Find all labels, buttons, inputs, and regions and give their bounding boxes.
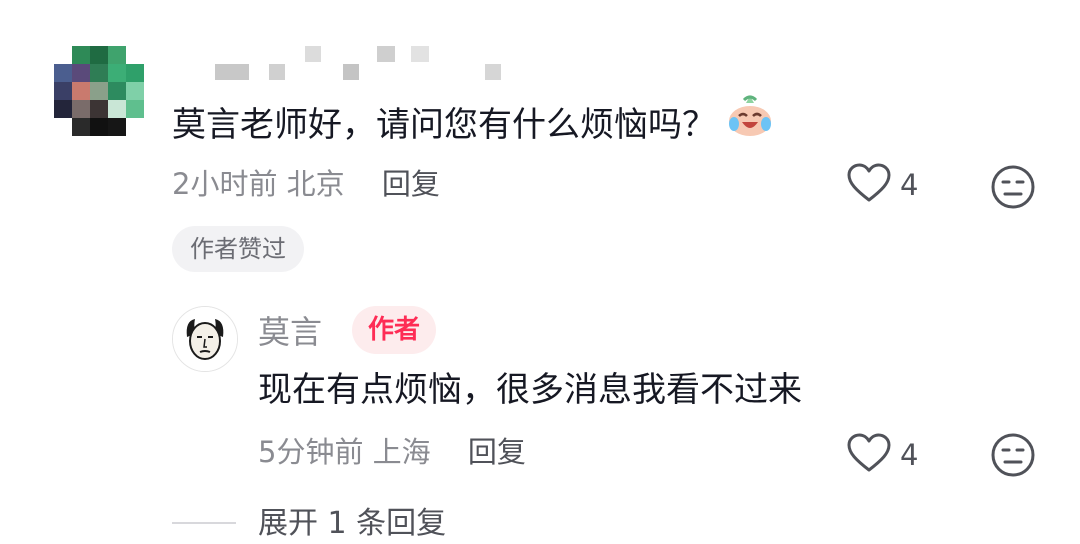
comment-time: 2小时前 bbox=[172, 167, 278, 201]
comment-meta: 2小时前 北京 回复 bbox=[172, 164, 440, 204]
comment-location: 北京 bbox=[286, 167, 345, 201]
commenter-username-pixelated[interactable] bbox=[215, 46, 515, 82]
heart-icon bbox=[846, 432, 892, 478]
author-badge: 作者 bbox=[352, 306, 437, 354]
reply-like-button[interactable]: 4 bbox=[846, 432, 918, 478]
comment-text-body: 莫言老师好，请问您有什么烦恼吗？ bbox=[172, 105, 716, 145]
reply-like-count: 4 bbox=[900, 438, 919, 472]
comment-like-button[interactable]: 4 bbox=[846, 162, 918, 208]
reply-text: 现在有点烦恼，很多消息我看不过来 bbox=[258, 370, 802, 410]
reply-location: 上海 bbox=[372, 435, 431, 469]
comment-like-count: 4 bbox=[900, 168, 919, 202]
commenter-avatar[interactable] bbox=[54, 46, 144, 136]
heart-icon bbox=[846, 162, 892, 208]
expand-divider bbox=[172, 522, 236, 524]
reply-dislike-button[interactable] bbox=[990, 432, 1036, 482]
reply-meta: 5分钟前 上海 回复 bbox=[258, 432, 526, 472]
neutral-face-icon bbox=[990, 433, 1036, 482]
comment-dislike-button[interactable] bbox=[990, 164, 1036, 214]
neutral-face-icon bbox=[990, 165, 1036, 214]
reply-time: 5分钟前 bbox=[258, 435, 364, 469]
reply-reply-button[interactable]: 回复 bbox=[468, 435, 526, 469]
expand-replies-button[interactable]: 展开 1 条回复 bbox=[258, 504, 446, 544]
author-liked-badge: 作者赞过 bbox=[172, 226, 304, 272]
laughing-crying-emoji-icon bbox=[726, 94, 774, 151]
comment-reply-button[interactable]: 回复 bbox=[382, 167, 440, 201]
comment-text: 莫言老师好，请问您有什么烦恼吗？ bbox=[172, 95, 774, 155]
author-name[interactable]: 莫言 bbox=[258, 310, 322, 354]
author-avatar[interactable] bbox=[172, 306, 238, 372]
